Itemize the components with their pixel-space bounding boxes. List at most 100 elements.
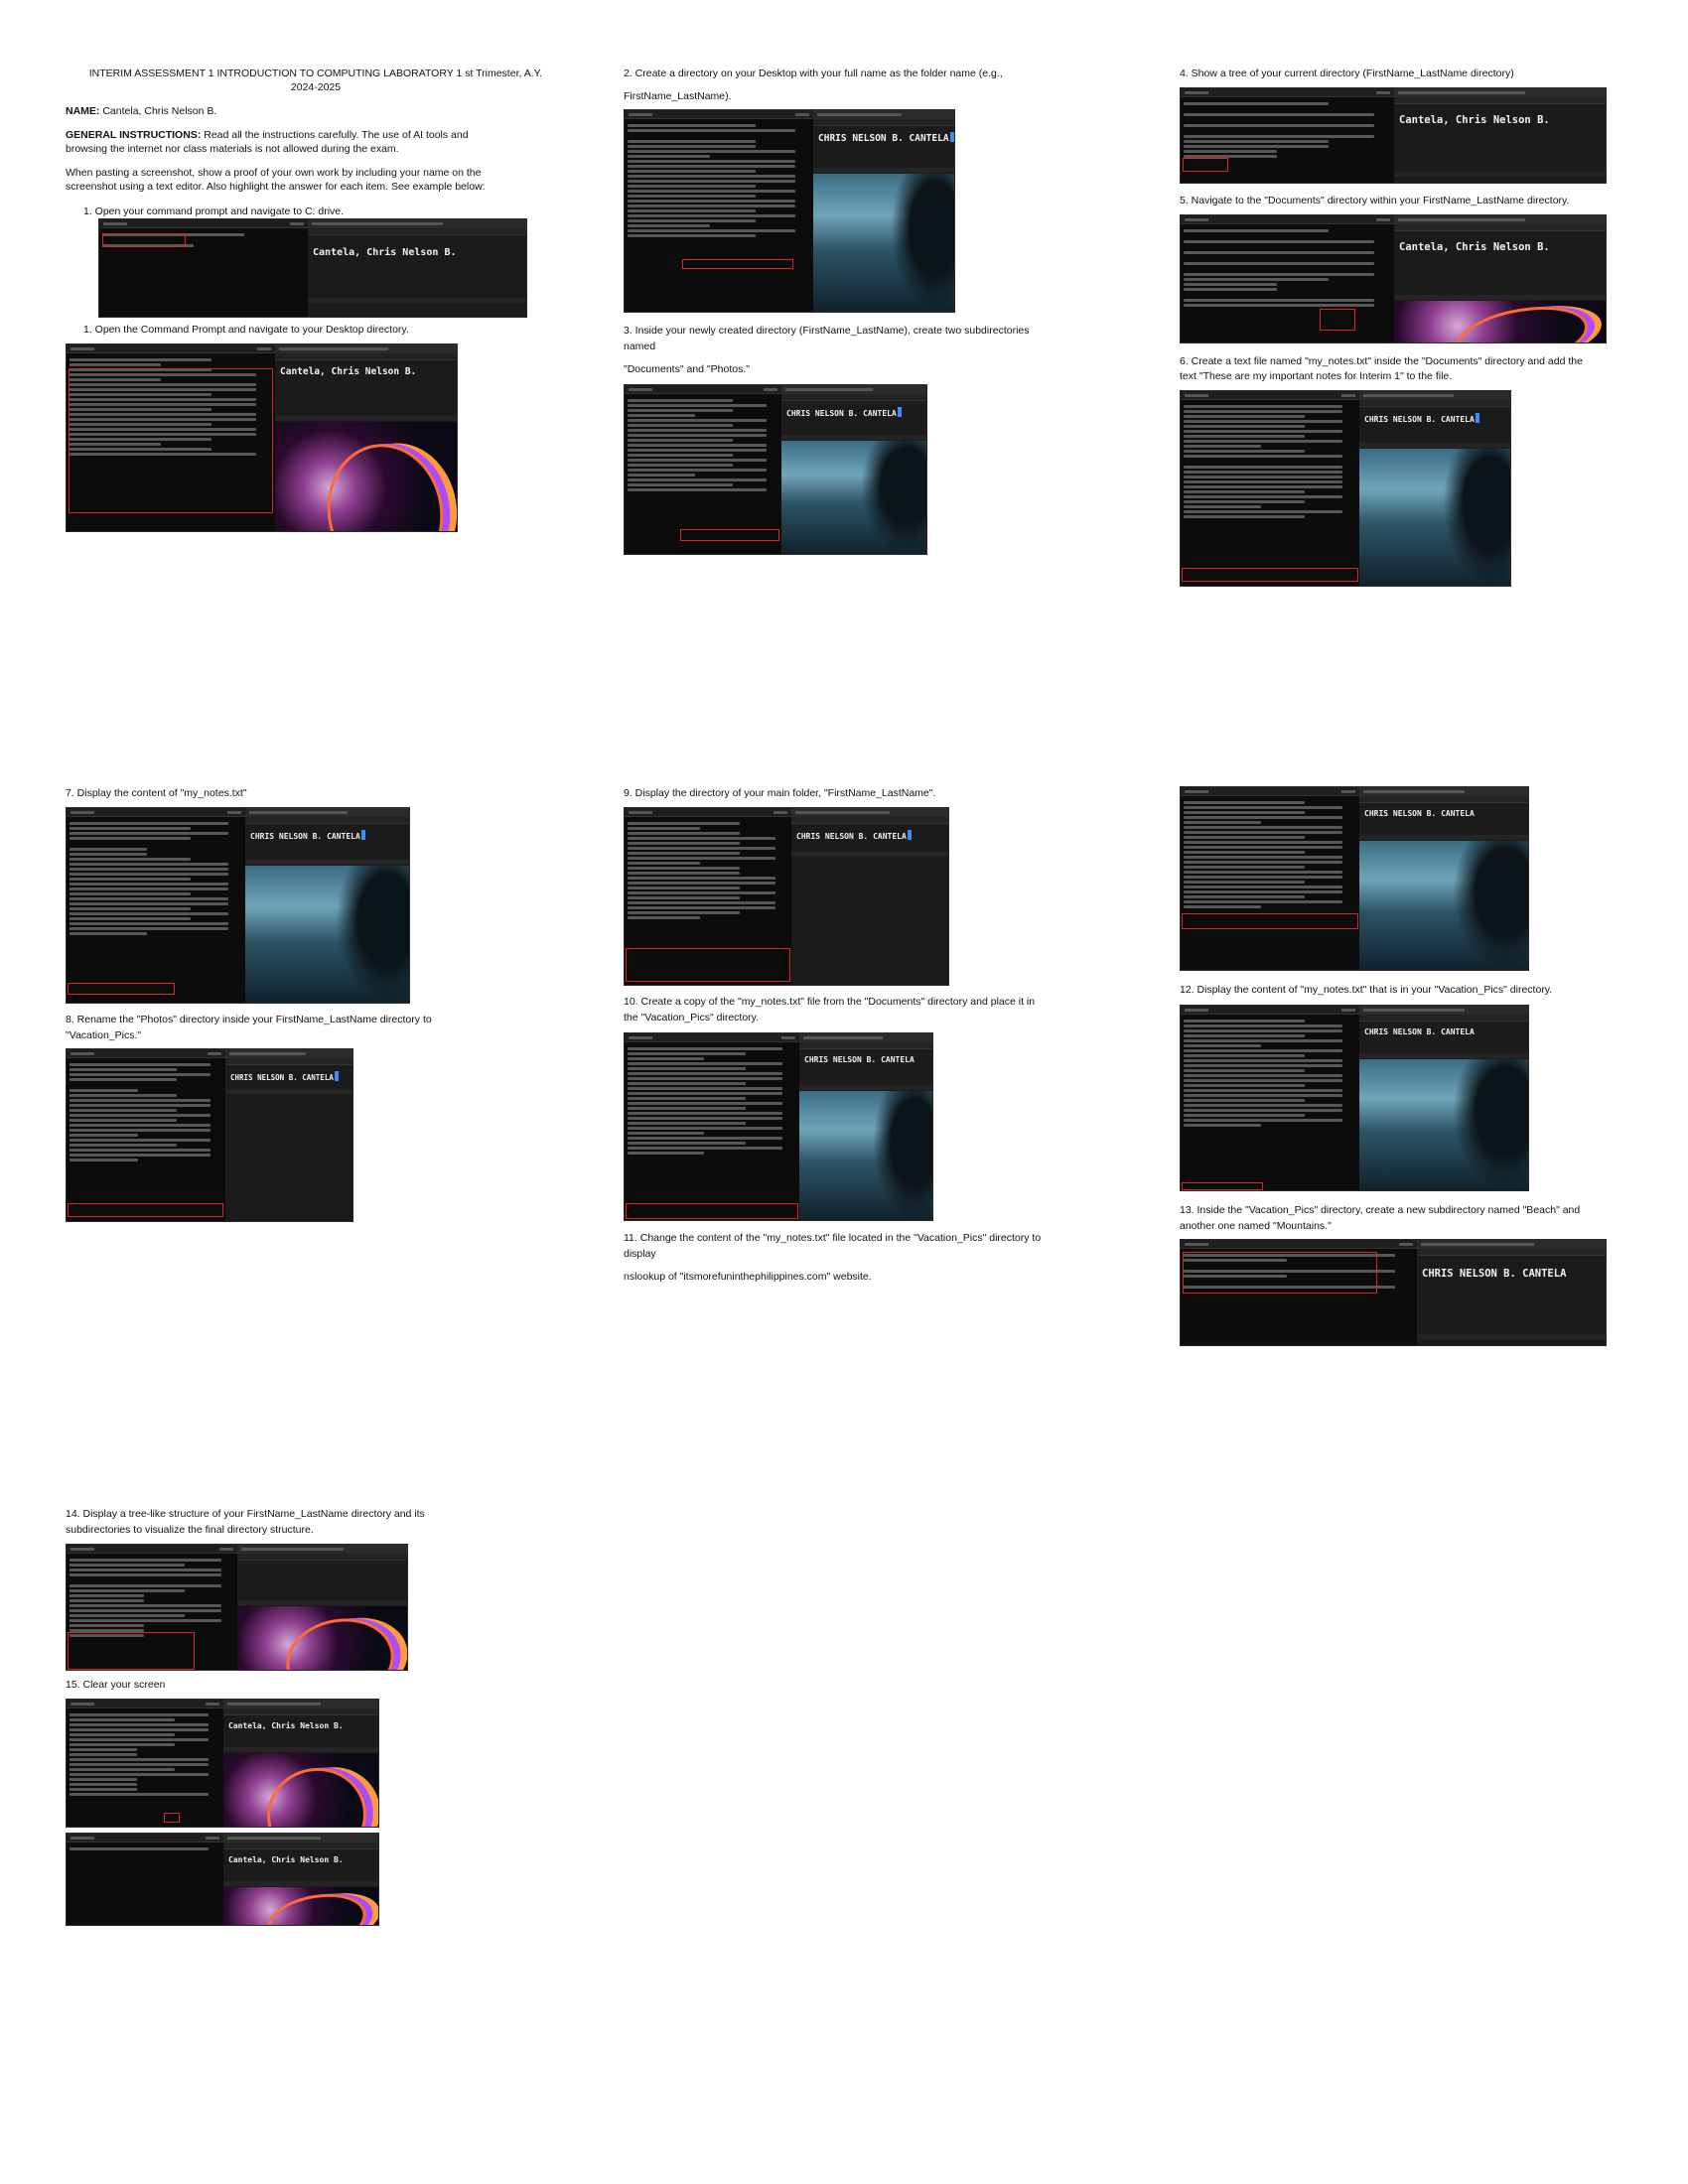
text-editor-window: Cantela, Chris Nelson B. [223,1700,378,1827]
editor-name-text: CHRIS NELSON B. CANTELA [1364,809,1475,818]
item-1-text: 1. Open your command prompt and navigate… [83,205,345,217]
screenshot-item-14 [66,1544,408,1671]
name-value: Cantela, Chris Nelson B. [102,105,217,117]
general-instructions: GENERAL INSTRUCTIONS: Read all the instr… [66,128,483,156]
wallpaper-image [813,174,954,312]
answer-highlight [102,233,186,247]
editor-name-text: Cantela, Chris Nelson B. [228,1855,344,1864]
title-line-2: 2024-2025 [290,81,342,93]
answer-highlight [1182,1182,1263,1190]
text-editor-window: CHRIS NELSON B. CANTELA [799,1033,932,1220]
wallpaper-image [799,1091,932,1220]
wallpaper-image [1359,1059,1528,1190]
screenshot-item-7: CHRIS NELSON B. CANTELA [66,807,410,1004]
terminal-window [67,1834,223,1925]
answer-highlight [626,1203,798,1219]
answer-highlight [1183,1252,1377,1294]
screenshot-item-1: Cantela, Chris Nelson B. [98,218,527,318]
editor-name-text: CHRIS NELSON B. CANTELA [813,126,954,150]
screenshot-item-5: Cantela, Chris Nelson B. [1180,214,1607,343]
answer-highlight [1182,568,1358,582]
terminal-window [625,808,791,985]
item-11-text-cont: display [624,1248,656,1260]
item-8-text-cont: "Vacation_Pics." [66,1029,142,1041]
item-11-text-cont-2: nslookup of "itsmorefuninthephilippines.… [624,1271,872,1283]
text-editor-window: CHRIS NELSON B. CANTELA [1359,391,1510,586]
item-13-text: 13. Inside the "Vacation_Pics" directory… [1180,1204,1581,1216]
editor-name-text: CHRIS NELSON B. CANTELA [781,401,926,424]
wallpaper-image [275,422,457,531]
editor-name-text: CHRIS NELSON B. CANTELA [1422,1268,1567,1280]
text-editor-window: CHRIS NELSON B. CANTELA [245,808,409,1003]
answer-highlight [68,983,175,995]
text-editor-window: Cantela, Chris Nelson B. [1394,88,1606,183]
answer-highlight [680,529,779,541]
text-editor-window: CHRIS NELSON B. CANTELA [1359,787,1528,970]
item-10-text: 10. Create a copy of the "my_notes.txt" … [624,996,1036,1008]
item-15-text: 15. Clear your screen [66,1679,166,1691]
terminal-window [67,1545,237,1670]
terminal-window [1181,88,1394,183]
answer-highlight [1182,913,1358,929]
answer-highlight [68,1203,223,1217]
editor-name-text: Cantela, Chris Nelson B. [313,247,457,258]
screenshot-item-15-before: Cantela, Chris Nelson B. [66,1699,379,1828]
item-7-text: 7. Display the content of "my_notes.txt" [66,787,247,799]
item-8-text: 8. Rename the "Photos" directory inside … [66,1014,432,1025]
editor-name-text: Cantela, Chris Nelson B. [228,1721,344,1730]
text-editor-window: Cantela, Chris Nelson B. [1394,215,1606,342]
answer-highlight [69,368,273,513]
terminal-window [1181,1240,1417,1345]
text-editor-window [237,1545,407,1670]
paste-instructions: When pasting a screenshot, show a proof … [66,167,486,193]
terminal-window [67,808,245,1003]
screenshot-item-13: CHRIS NELSON B. CANTELA [1180,1239,1607,1346]
editor-name-text: CHRIS NELSON B. CANTELA [791,824,948,847]
item-12-text: 12. Display the content of "my_notes.txt… [1180,984,1553,996]
answer-highlight [68,1632,195,1670]
terminal-window [67,344,275,531]
text-editor-window: CHRIS NELSON B. CANTELA [1417,1240,1606,1345]
text-editor-window: Cantela, Chris Nelson B. [223,1834,378,1925]
wallpaper-image [237,1606,407,1670]
screenshot-item-10: CHRIS NELSON B. CANTELA [624,1032,933,1221]
text-editor-window: CHRIS NELSON B. CANTELA [791,808,948,985]
editor-name-text: CHRIS NELSON B. CANTELA [225,1065,352,1088]
wallpaper-image [1394,301,1606,342]
text-editor-window: Cantela, Chris Nelson B. [275,344,457,531]
wallpaper-image [223,1753,378,1827]
item-14-text-cont: subdirectories to visualize the final di… [66,1524,314,1536]
editor-name-text: CHRIS NELSON B. CANTELA [804,1055,914,1064]
screenshot-item-3: CHRIS NELSON B. CANTELA [624,384,927,555]
item-2-text-cont: FirstName_LastName). [624,90,732,102]
screenshot-item-8: CHRIS NELSON B. CANTELA [66,1048,353,1222]
item-13-text-cont: another one named "Mountains." [1180,1220,1332,1232]
item-6-text-cont: text "These are my important notes for I… [1180,370,1453,382]
screenshot-item-6: CHRIS NELSON B. CANTELA [1180,390,1511,587]
terminal-window [1181,787,1359,970]
wallpaper-image [245,866,409,1003]
editor-name-text: Cantela, Chris Nelson B. [1399,241,1550,253]
terminal-window [625,1033,799,1220]
item-9-text: 9. Display the directory of your main fo… [624,787,936,799]
answer-highlight [1183,158,1228,172]
text-editor-window: CHRIS NELSON B. CANTELA [225,1049,352,1221]
name-label: NAME: [66,105,100,117]
answer-highlight [164,1813,180,1823]
terminal-window [67,1700,223,1827]
terminal-window [99,219,308,317]
item-11-text: 11. Change the content of the "my_notes.… [624,1232,1042,1244]
terminal-window [625,385,781,554]
text-editor-window: CHRIS NELSON B. CANTELA [781,385,926,554]
screenshot-item-15-after: Cantela, Chris Nelson B. [66,1833,379,1926]
terminal-window [67,1049,225,1221]
item-5-text: 5. Navigate to the "Documents" directory… [1180,195,1570,206]
editor-name-text: CHRIS NELSON B. CANTELA [245,824,409,847]
text-editor-window: Cantela, Chris Nelson B. [308,219,526,317]
document-title: INTERIM ASSESSMENT 1 INTRODUCTION TO COM… [58,67,574,94]
wallpaper-image [781,441,926,554]
wallpaper-image [1359,841,1528,970]
answer-highlight [626,948,790,982]
editor-name-text: CHRIS NELSON B. CANTELA [1364,1027,1475,1036]
instructions-label: GENERAL INSTRUCTIONS: [66,129,202,141]
